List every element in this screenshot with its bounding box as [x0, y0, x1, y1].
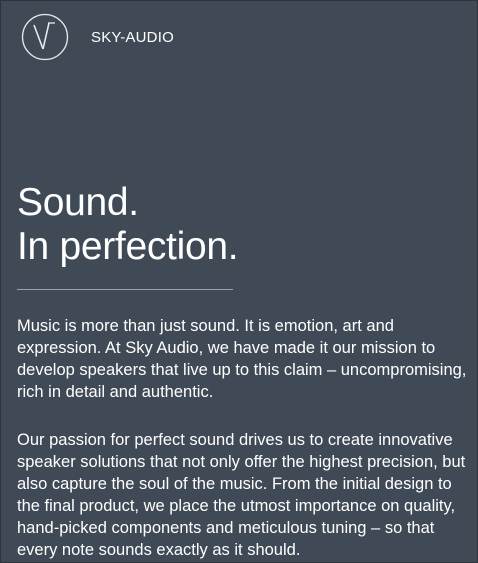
hero-headline: Sound. In perfection. — [17, 181, 457, 269]
page: SKY-AUDIO Sound. In perfection. Music is… — [0, 0, 478, 563]
sky-audio-logo-icon[interactable] — [21, 13, 69, 61]
brand-name[interactable]: SKY-AUDIO — [91, 29, 174, 46]
hero-divider — [17, 289, 233, 290]
intro-paragraph: Music is more than just sound. It is emo… — [17, 317, 467, 401]
hero-line-2: In perfection. — [17, 225, 239, 268]
passion-paragraph: Our passion for perfect sound drives us … — [17, 431, 466, 559]
hero-line-1: Sound. — [17, 181, 139, 224]
header: SKY-AUDIO — [21, 13, 174, 61]
